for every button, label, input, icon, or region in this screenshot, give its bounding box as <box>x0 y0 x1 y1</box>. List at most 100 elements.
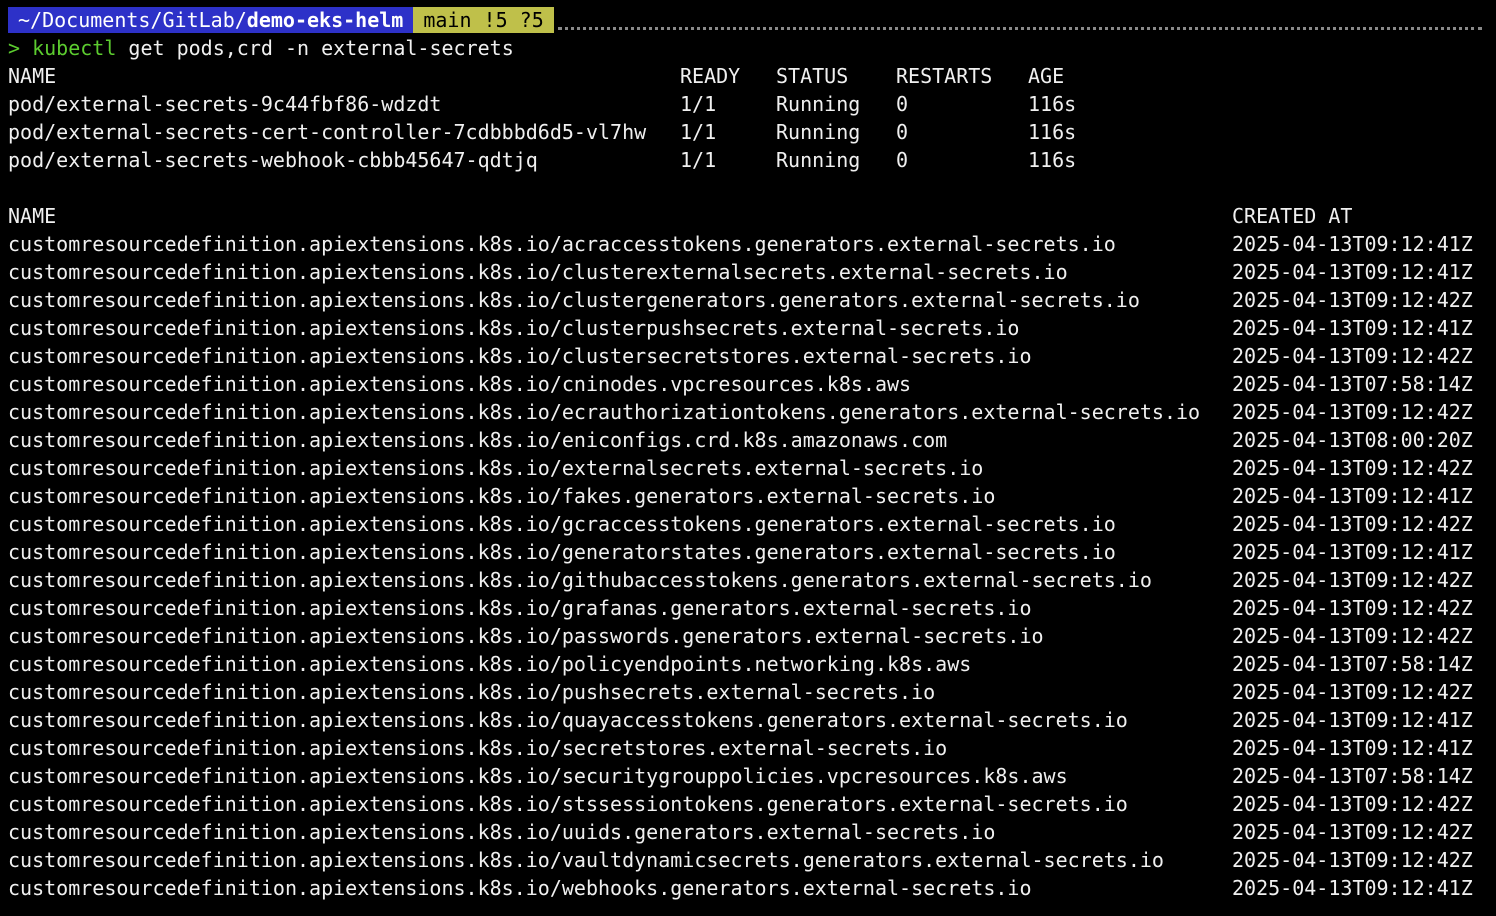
table-row: customresourcedefinition.apiextensions.k… <box>8 370 1492 398</box>
crd-created-at: 2025-04-13T09:12:41Z <box>1232 736 1473 760</box>
crd-name: customresourcedefinition.apiextensions.k… <box>8 624 1044 648</box>
crd-created-at: 2025-04-13T09:12:42Z <box>1232 568 1473 592</box>
crd-created-at: 2025-04-13T09:12:42Z <box>1232 624 1473 648</box>
crd-name: customresourcedefinition.apiextensions.k… <box>8 736 948 760</box>
table-row: customresourcedefinition.apiextensions.k… <box>8 594 1492 622</box>
crd-created-at: 2025-04-13T09:12:42Z <box>1232 792 1473 816</box>
crd-header-row: NAME CREATED AT <box>8 202 1492 230</box>
pods-table: NAME READY STATUS RESTARTS AGE pod/exter… <box>8 62 1492 174</box>
table-row: customresourcedefinition.apiextensions.k… <box>8 538 1492 566</box>
crd-created-at: 2025-04-13T09:12:41Z <box>1232 708 1473 732</box>
crd-created-at: 2025-04-13T09:12:42Z <box>1232 820 1473 844</box>
table-row: customresourcedefinition.apiextensions.k… <box>8 398 1492 426</box>
terminal-window[interactable]: ~/Documents/GitLab/demo-eks-helm main !5… <box>8 6 1492 902</box>
crd-created-at: 2025-04-13T09:12:42Z <box>1232 344 1473 368</box>
crd-name: customresourcedefinition.apiextensions.k… <box>8 540 1116 564</box>
crd-created-at: 2025-04-13T09:12:41Z <box>1232 540 1473 564</box>
table-row: customresourcedefinition.apiextensions.k… <box>8 790 1492 818</box>
crd-name: customresourcedefinition.apiextensions.k… <box>8 484 996 508</box>
crd-header-created-at: CREATED AT <box>1232 204 1353 228</box>
pod-status: Running <box>776 92 861 116</box>
table-row: customresourcedefinition.apiextensions.k… <box>8 286 1492 314</box>
crd-name: customresourcedefinition.apiextensions.k… <box>8 652 972 676</box>
crd-created-at: 2025-04-13T07:58:14Z <box>1232 372 1473 396</box>
crd-name: customresourcedefinition.apiextensions.k… <box>8 512 1116 536</box>
table-row: customresourcedefinition.apiextensions.k… <box>8 426 1492 454</box>
crd-name: customresourcedefinition.apiextensions.k… <box>8 764 1068 788</box>
prompt-filler-dots <box>557 16 1482 30</box>
table-row: customresourcedefinition.apiextensions.k… <box>8 706 1492 734</box>
command-name: kubectl <box>32 36 117 60</box>
pods-header-name: NAME <box>8 64 57 88</box>
crd-created-at: 2025-04-13T07:58:14Z <box>1232 652 1473 676</box>
crd-name: customresourcedefinition.apiextensions.k… <box>8 400 1201 424</box>
crd-created-at: 2025-04-13T09:12:41Z <box>1232 316 1473 340</box>
pod-age: 116s <box>1028 120 1077 144</box>
crd-header-name: NAME <box>8 204 57 228</box>
pods-header-status: STATUS <box>776 64 849 88</box>
crd-name: customresourcedefinition.apiextensions.k… <box>8 820 996 844</box>
crd-table: NAME CREATED AT customresourcedefinition… <box>8 202 1492 902</box>
crd-name: customresourcedefinition.apiextensions.k… <box>8 456 984 480</box>
path-directory: demo-eks-helm <box>246 8 404 32</box>
crd-created-at: 2025-04-13T09:12:42Z <box>1232 596 1473 620</box>
table-row: pod/external-secrets-webhook-cbbb45647-q… <box>8 146 1492 174</box>
pods-header-restarts: RESTARTS <box>896 64 993 88</box>
table-row: customresourcedefinition.apiextensions.k… <box>8 874 1492 902</box>
crd-name: customresourcedefinition.apiextensions.k… <box>8 596 1032 620</box>
pods-header-age: AGE <box>1028 64 1065 88</box>
prompt-bar: ~/Documents/GitLab/demo-eks-helm main !5… <box>8 6 1492 34</box>
pod-restarts: 0 <box>896 92 909 116</box>
crd-name: customresourcedefinition.apiextensions.k… <box>8 428 948 452</box>
crd-created-at: 2025-04-13T07:58:14Z <box>1232 764 1473 788</box>
crd-created-at: 2025-04-13T09:12:41Z <box>1232 484 1473 508</box>
crd-created-at: 2025-04-13T09:12:41Z <box>1232 876 1473 900</box>
crd-created-at: 2025-04-13T08:00:20Z <box>1232 428 1473 452</box>
pod-age: 116s <box>1028 92 1077 116</box>
table-row: customresourcedefinition.apiextensions.k… <box>8 510 1492 538</box>
crd-name: customresourcedefinition.apiextensions.k… <box>8 848 1164 872</box>
table-row: customresourcedefinition.apiextensions.k… <box>8 258 1492 286</box>
crd-created-at: 2025-04-13T09:12:42Z <box>1232 512 1473 536</box>
crd-name: customresourcedefinition.apiextensions.k… <box>8 260 1068 284</box>
table-row: customresourcedefinition.apiextensions.k… <box>8 678 1492 706</box>
pod-status: Running <box>776 120 861 144</box>
crd-name: customresourcedefinition.apiextensions.k… <box>8 568 1152 592</box>
pod-age: 116s <box>1028 148 1077 172</box>
table-row: customresourcedefinition.apiextensions.k… <box>8 342 1492 370</box>
table-row: customresourcedefinition.apiextensions.k… <box>8 846 1492 874</box>
command-line: > kubectl get pods,crd -n external-secre… <box>8 34 1492 62</box>
table-row: customresourcedefinition.apiextensions.k… <box>8 566 1492 594</box>
pod-status: Running <box>776 148 861 172</box>
pod-name: pod/external-secrets-webhook-cbbb45647-q… <box>8 148 538 172</box>
crd-name: customresourcedefinition.apiextensions.k… <box>8 876 1032 900</box>
table-row: customresourcedefinition.apiextensions.k… <box>8 762 1492 790</box>
pod-ready: 1/1 <box>680 92 717 116</box>
git-status-segment: main !5 ?5 <box>413 7 554 33</box>
crd-created-at: 2025-04-13T09:12:42Z <box>1232 680 1473 704</box>
pod-ready: 1/1 <box>680 148 717 172</box>
crd-created-at: 2025-04-13T09:12:42Z <box>1232 848 1473 872</box>
crd-name: customresourcedefinition.apiextensions.k… <box>8 288 1140 312</box>
table-row: pod/external-secrets-cert-controller-7cd… <box>8 118 1492 146</box>
path-prefix: ~/Documents/GitLab/ <box>18 8 247 32</box>
crd-name: customresourcedefinition.apiextensions.k… <box>8 372 912 396</box>
table-row: customresourcedefinition.apiextensions.k… <box>8 230 1492 258</box>
crd-created-at: 2025-04-13T09:12:42Z <box>1232 456 1473 480</box>
crd-created-at: 2025-04-13T09:12:42Z <box>1232 400 1473 424</box>
crd-name: customresourcedefinition.apiextensions.k… <box>8 708 1128 732</box>
pods-header-ready: READY <box>680 64 741 88</box>
crd-name: customresourcedefinition.apiextensions.k… <box>8 792 1128 816</box>
pod-restarts: 0 <box>896 148 909 172</box>
crd-name: customresourcedefinition.apiextensions.k… <box>8 344 1032 368</box>
crd-created-at: 2025-04-13T09:12:41Z <box>1232 260 1473 284</box>
crd-name: customresourcedefinition.apiextensions.k… <box>8 232 1116 256</box>
command-args: get pods,crd -n external-secrets <box>116 36 514 60</box>
crd-name: customresourcedefinition.apiextensions.k… <box>8 316 1020 340</box>
pod-ready: 1/1 <box>680 120 717 144</box>
table-row: customresourcedefinition.apiextensions.k… <box>8 734 1492 762</box>
table-row: customresourcedefinition.apiextensions.k… <box>8 314 1492 342</box>
prompt-symbol: > <box>8 36 21 60</box>
table-row: customresourcedefinition.apiextensions.k… <box>8 454 1492 482</box>
